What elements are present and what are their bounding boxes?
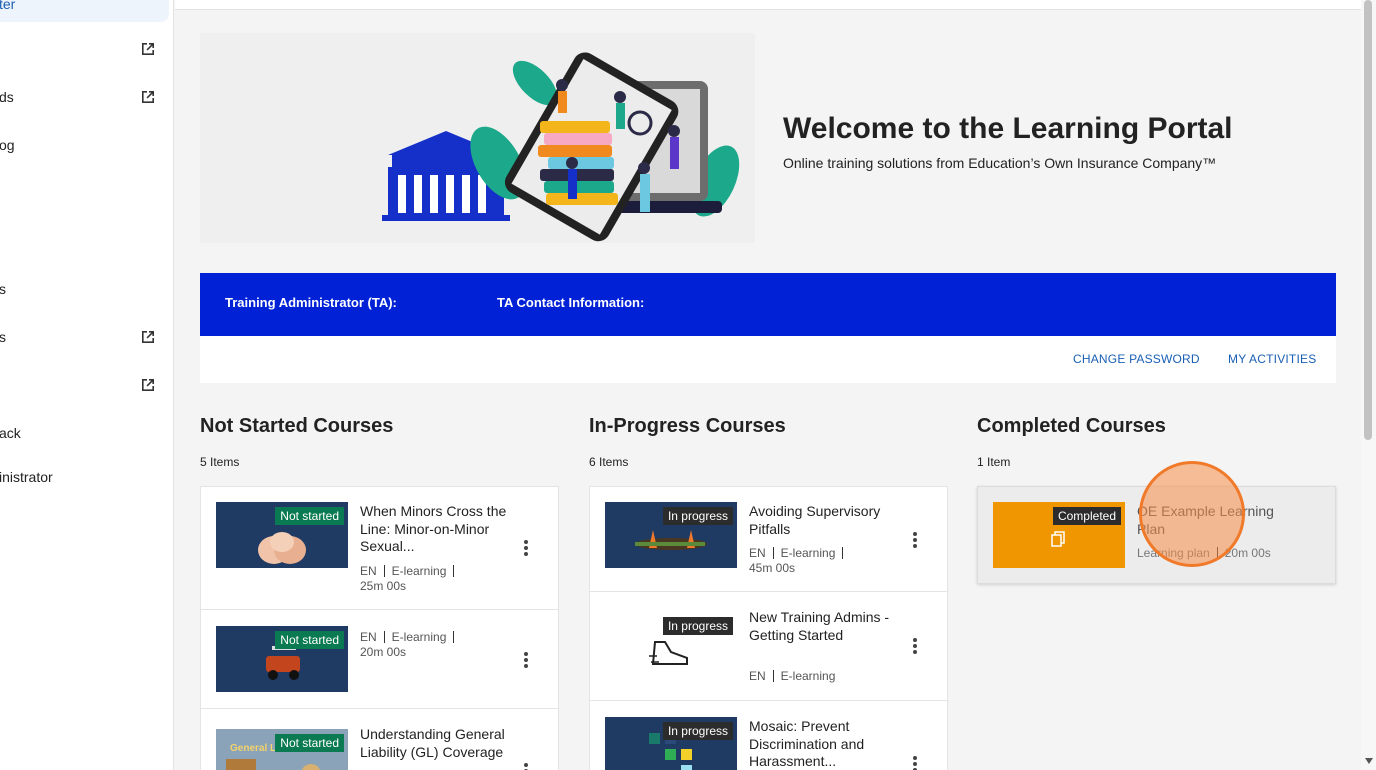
more-vertical-icon[interactable] [912,638,918,654]
in-progress-heading: In-Progress Courses [589,415,786,437]
course-card[interactable]: Completed OE Example Learning Plan Learn… [977,486,1336,584]
page-subtitle: Online training solutions from Education… [783,155,1217,171]
course-type: E-learning [391,630,447,644]
course-thumbnail: General Liab Not started [216,729,348,770]
sidebar-item-label: ds [0,89,14,105]
course-language: EN [749,546,766,560]
status-badge: Not started [275,507,344,525]
course-thumbnail: In progress [605,717,737,770]
scrollbar-thumb[interactable] [1364,0,1372,440]
external-link-icon [142,331,154,343]
course-type: E-learning [780,669,836,683]
course-duration: 20m 00s [360,645,407,659]
not-started-count: 5 Items [200,455,240,469]
sidebar-item-label: ter [0,0,16,12]
scroll-down-arrow-icon[interactable] [1365,758,1373,764]
course-meta: EN E-learning 20m 00s [360,630,461,660]
course-title[interactable]: Avoiding Supervisory Pitfalls [749,503,899,538]
course-language: EN [749,669,766,683]
sidebar-item-3[interactable]: ds [0,85,174,109]
completed-count: 1 Item [977,455,1011,469]
in-progress-count: 6 Items [589,455,629,469]
ta-admin-label: Training Administrator (TA): [225,295,397,310]
sidebar-item-label: inistrator [0,469,53,485]
course-duration: 45m 00s [749,561,796,575]
external-link-icon [142,91,154,103]
course-meta: EN E-learning 45m 00s [749,546,850,576]
status-badge: In progress [662,617,733,635]
course-type: Learning plan [1137,546,1210,560]
course-title[interactable]: Mosaic: Prevent Discrimination and Haras… [749,718,899,770]
sidebar: ter ds og s s ack inistrator [0,0,174,770]
main-content: Welcome to the Learning Portal Online tr… [175,0,1361,770]
status-badge: In progress [662,722,733,740]
more-vertical-icon[interactable] [523,763,529,770]
course-card[interactable]: In progress Avoiding Supervisory Pitfall… [589,486,948,592]
ta-info-banner: Training Administrator (TA): TA Contact … [200,273,1336,336]
course-language: EN [360,564,377,578]
completed-heading: Completed Courses [977,415,1166,437]
top-header-strip [175,0,1361,10]
course-card[interactable]: In progress Mosaic: Prevent Discriminati… [589,700,948,770]
course-title[interactable]: Understanding General Liability (GL) Cov… [360,726,510,761]
course-duration: 20m 00s [1224,546,1271,560]
more-vertical-icon[interactable] [912,756,918,770]
status-badge: Completed [1052,507,1121,525]
learning-illustration [382,52,740,242]
course-title[interactable]: OE Example Learning Plan [1137,503,1297,538]
external-link-icon [142,43,154,55]
course-card[interactable]: Not started When Minors Cross the Line: … [200,486,559,610]
course-meta: EN E-learning 25m 00s [360,564,461,594]
course-duration: 25m 00s [360,579,407,593]
sidebar-item-9[interactable]: inistrator [0,465,174,489]
more-vertical-icon[interactable] [523,540,529,556]
course-thumbnail: Not started [216,626,348,692]
sidebar-item-4[interactable]: og [0,133,174,157]
sidebar-item-6[interactable]: s [0,325,174,349]
course-thumbnail: Completed [993,502,1125,568]
sidebar-item-8[interactable]: ack [0,421,174,445]
course-card[interactable]: General Liab Not started Understanding G… [200,708,559,770]
not-started-heading: Not Started Courses [200,415,394,437]
sidebar-item-label: ack [0,425,21,441]
hero-illustration [200,33,755,243]
course-thumbnail: In progress [605,502,737,568]
course-meta: Learning plan 20m 00s [1137,546,1271,561]
status-badge: In progress [662,507,733,525]
sidebar-item-active[interactable]: ter [0,0,174,16]
sidebar-item-5[interactable]: s [0,277,174,301]
ta-contact-label: TA Contact Information: [497,295,645,310]
course-language: EN [360,630,377,644]
status-badge: Not started [275,734,344,752]
sidebar-item-label: s [0,281,6,297]
sidebar-item-label: og [0,137,15,153]
course-title[interactable]: When Minors Cross the Line: Minor-on-Min… [360,503,510,556]
course-title[interactable]: New Training Admins - Getting Started [749,609,899,644]
course-thumbnail: Not started [216,502,348,568]
ta-actions-bar: CHANGE PASSWORD MY ACTIVITIES [200,336,1336,383]
course-meta: EN E-learning [749,669,835,684]
more-vertical-icon[interactable] [523,652,529,668]
sidebar-item-label: s [0,329,6,345]
course-card[interactable]: Not started EN E-learning 20m 00s [200,609,559,709]
external-link-icon [142,379,154,391]
my-activities-link[interactable]: MY ACTIVITIES [1228,352,1316,366]
course-card[interactable]: In progress New Training Admins - Gettin… [589,591,948,701]
page-title: Welcome to the Learning Portal [783,112,1233,145]
sidebar-item-2[interactable] [0,37,174,61]
course-thumbnail: In progress [605,612,737,678]
status-badge: Not started [275,631,344,649]
course-type: E-learning [391,564,447,578]
sidebar-item-7[interactable] [0,373,174,397]
more-vertical-icon[interactable] [912,532,918,548]
change-password-link[interactable]: CHANGE PASSWORD [1073,352,1200,366]
course-type: E-learning [780,546,836,560]
